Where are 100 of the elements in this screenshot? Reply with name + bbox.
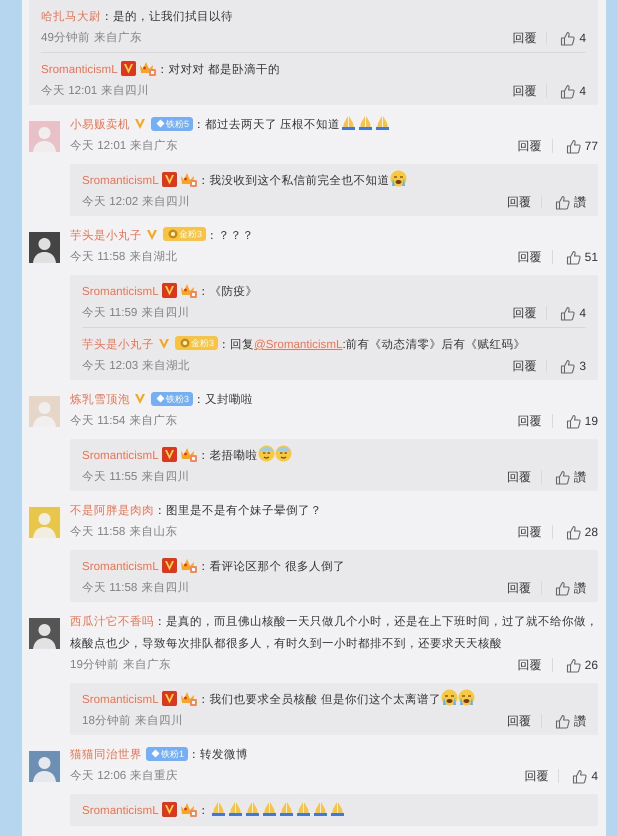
like-button[interactable]: 讚 <box>552 711 586 731</box>
timestamp: 今天 12:01 <box>70 138 126 154</box>
reply-button[interactable]: 回覆 <box>518 247 542 267</box>
reply-button[interactable]: 回覆 <box>512 28 536 48</box>
fan-badge: 铁粉5 <box>151 116 194 130</box>
diamond-icon <box>151 749 160 758</box>
location-text: 来自四川 <box>141 469 190 485</box>
timestamp: 今天 11:58 <box>70 249 126 265</box>
like-button[interactable]: 讚 <box>552 467 586 487</box>
like-icon <box>566 658 581 672</box>
timestamp: 19分钟前 <box>70 657 119 673</box>
reply-button[interactable]: 回覆 <box>507 578 531 598</box>
comment-text: 芋头是小丸子 金粉3 ：回复@SromanticismL:前有《动态清零》后有《赋红码》 <box>82 335 527 353</box>
timestamp: 今天 12:02 <box>82 194 138 210</box>
sweating-face-icon <box>258 445 275 462</box>
location-text: 来自广东 <box>94 30 142 46</box>
timestamp: 今天 12:01 <box>41 83 98 99</box>
timestamp: 今天 11:59 <box>82 305 138 321</box>
diamond-icon <box>156 119 165 128</box>
comment-text: 不是阿胖是肉肉：图里是不是有个妹子晕倒了？ <box>70 503 323 519</box>
reply-button[interactable]: 回覆 <box>512 356 536 376</box>
like-button[interactable]: 讚 <box>552 192 586 212</box>
reply-button[interactable]: 回覆 <box>507 467 531 487</box>
timestamp: 今天 11:58 <box>82 580 138 596</box>
medal-icon <box>180 338 190 348</box>
fan-badge: 金粉3 <box>163 227 206 241</box>
comment-text: SromanticismL ：我们也要求全员核酸 但是你们这个太离谱了 <box>82 689 586 711</box>
reply-button[interactable]: 回覆 <box>524 766 548 786</box>
location-text: 来自湖北 <box>129 249 178 265</box>
reply-button[interactable]: 回覆 <box>507 192 531 212</box>
like-icon <box>555 580 570 596</box>
location-text: 来自山东 <box>129 524 178 540</box>
like-icon <box>566 138 581 154</box>
location-text: 来自湖北 <box>142 358 190 374</box>
reply-button[interactable]: 回覆 <box>518 655 542 675</box>
avatar <box>29 396 60 427</box>
crying-face-icon <box>440 689 458 706</box>
sweating-face-icon <box>274 445 292 462</box>
reply-button[interactable]: 回覆 <box>518 522 542 542</box>
like-icon <box>560 306 576 320</box>
location-text: 来自四川 <box>142 194 190 210</box>
timestamp: 今天 11:58 <box>70 524 126 540</box>
reply-button[interactable]: 回覆 <box>507 711 531 731</box>
comment-text: SromanticismL ：老捂嘞啦 <box>82 445 586 467</box>
like-icon <box>555 714 570 728</box>
reply-button[interactable]: 回覆 <box>512 303 536 323</box>
comment-text: 小易贩卖机 铁粉5 ：都过去两天了 压根不知道 <box>70 114 598 136</box>
location-text: 来自四川 <box>141 580 190 596</box>
like-icon <box>560 30 576 46</box>
like-icon <box>566 250 581 264</box>
like-button[interactable]: 26 <box>562 655 598 675</box>
crying-face-icon <box>458 689 475 706</box>
avatar <box>29 121 60 152</box>
crying-face-icon <box>390 170 407 187</box>
timestamp: 今天 12:06 <box>70 768 126 784</box>
location-text: 来自四川 <box>134 713 183 729</box>
comment-text: 炼乳雪顶泡 铁粉3 ：又封嘞啦 <box>70 390 254 408</box>
like-button[interactable]: 51 <box>562 247 598 267</box>
diamond-icon <box>156 394 165 403</box>
comment-text: SromanticismL ：对对对 都是卧滴干的 <box>41 59 586 81</box>
like-icon <box>555 194 570 210</box>
like-icon <box>572 768 588 784</box>
location-text: 来自广东 <box>129 413 178 429</box>
like-button[interactable]: 77 <box>562 136 598 156</box>
comment-text: 猫猫同治世界 铁粉1 ：转发微博 <box>70 746 250 763</box>
fan-badge: 铁粉3 <box>151 392 194 406</box>
like-button[interactable]: 讚 <box>552 578 586 598</box>
reply-button[interactable]: 回覆 <box>518 411 542 431</box>
reply-button[interactable]: 回覆 <box>512 81 536 101</box>
like-button[interactable]: 4 <box>557 303 586 323</box>
location-text: 来自四川 <box>101 83 150 99</box>
timestamp: 今天 11:55 <box>82 469 138 485</box>
comment-text: 哈扎马大尉：是的，让我们拭目以待 <box>41 9 234 25</box>
reply-button[interactable]: 回覆 <box>518 136 542 156</box>
location-text: 来自广东 <box>130 138 178 154</box>
avatar <box>29 507 60 538</box>
avatar <box>29 751 60 782</box>
location-text: 来自广东 <box>122 657 171 673</box>
like-icon <box>566 524 581 540</box>
fan-badge: 铁粉1 <box>146 746 188 760</box>
like-button[interactable]: 28 <box>562 522 598 542</box>
fan-badge: 金粉3 <box>175 336 218 350</box>
like-button[interactable]: 4 <box>557 81 586 101</box>
medal-icon <box>168 229 178 239</box>
comment-text: SromanticismL ：我没收到这个私信前完全也不知道 <box>82 170 586 192</box>
like-button[interactable]: 4 <box>569 766 598 786</box>
timestamp: 今天 11:54 <box>70 413 126 429</box>
avatar <box>29 618 60 649</box>
comment-text: 芋头是小丸子 金粉3 ：？？？ <box>70 226 256 244</box>
location-text: 来自重庆 <box>130 768 178 784</box>
like-button[interactable]: 3 <box>557 356 586 376</box>
timestamp: 18分钟前 <box>82 713 131 729</box>
like-button[interactable]: 19 <box>562 411 598 431</box>
avatar <box>29 232 60 263</box>
like-icon <box>555 470 570 484</box>
timestamp: 今天 12:03 <box>82 358 138 374</box>
comment-text: SromanticismL ： <box>82 800 586 822</box>
timestamp: 49分钟前 <box>41 30 90 46</box>
comment-text: SromanticismL ：《防疫》 <box>82 281 586 303</box>
like-button[interactable]: 4 <box>557 28 586 48</box>
